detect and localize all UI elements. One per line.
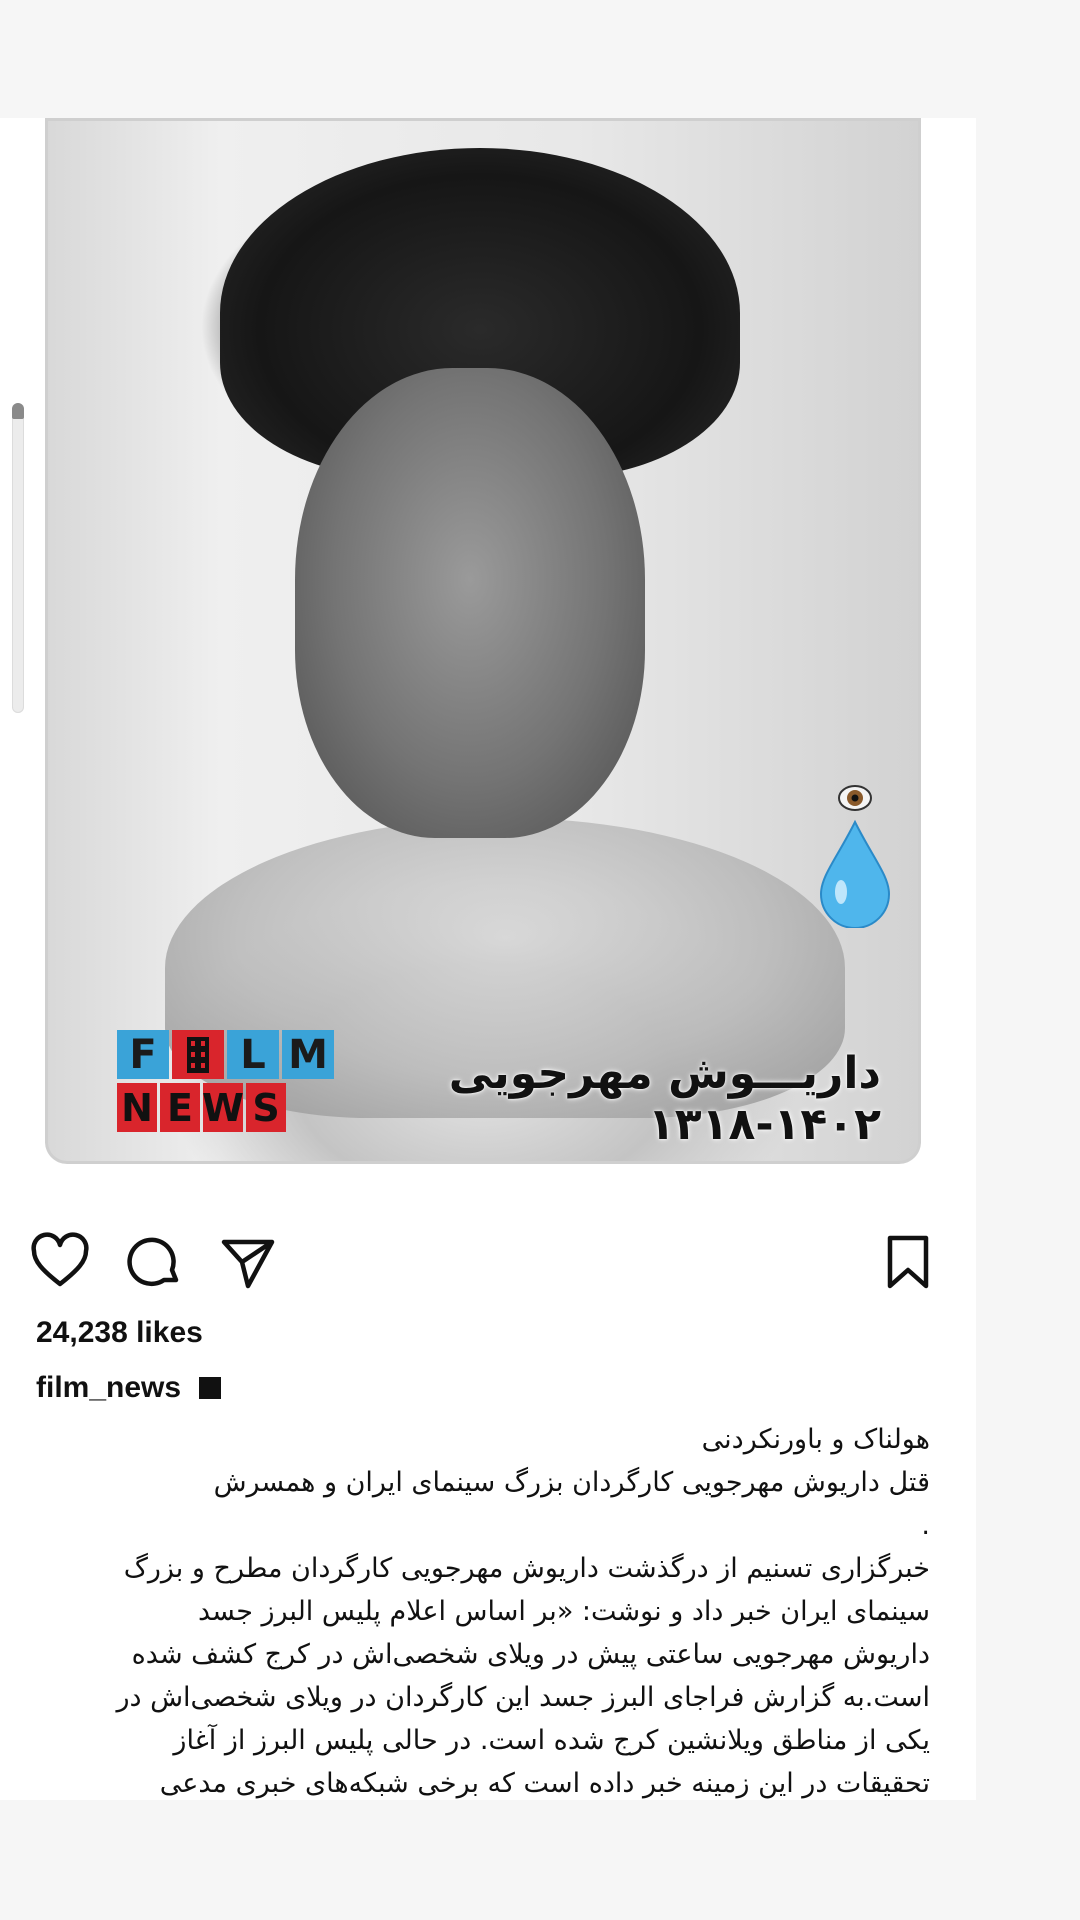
logo-letter: W	[202, 1083, 244, 1132]
caption-line: خبرگزاری تسنیم از درگذشت داریوش مهرجویی …	[123, 1553, 930, 1584]
caption-line: هولناک و باورنکردنی	[701, 1424, 930, 1455]
logo-letter: L	[227, 1030, 279, 1079]
logo-letter: S	[246, 1083, 286, 1132]
caption-line: است.به گزارش فراجای البرز جسد این کارگرد…	[116, 1682, 930, 1713]
black-square-emoji	[199, 1377, 222, 1399]
scrollbar-thumb[interactable]	[12, 403, 24, 419]
photo-face	[295, 368, 645, 838]
post-author-row: film_news	[36, 1371, 222, 1405]
logo-letter: E	[160, 1083, 200, 1132]
logo-letter: F	[117, 1030, 169, 1079]
film-strip-icon	[187, 1036, 209, 1073]
like-count[interactable]: 24,238 likes	[36, 1316, 203, 1350]
logo-letter: N	[117, 1083, 157, 1132]
comment-bubble-icon[interactable]	[124, 1232, 184, 1292]
caption-line: داریوش مهرجویی ساعتی پیش در ویلای شخصی‌ا…	[131, 1639, 930, 1670]
caption-line: یکی از مناطق ویلانشین کرج شده است. در حا…	[173, 1725, 930, 1756]
film-news-logo: F L M N E W S	[117, 1030, 337, 1134]
post-actions	[0, 1232, 976, 1322]
paper-plane-icon[interactable]	[218, 1232, 278, 1292]
post-caption: هولناک و باورنکردنی قتل داریوش مهرجویی ک…	[30, 1418, 930, 1800]
bookmark-icon[interactable]	[878, 1232, 938, 1292]
heart-icon[interactable]	[30, 1232, 90, 1292]
username-link[interactable]: film_news	[36, 1371, 181, 1405]
instagram-post: F L M N E W S داریـــوش مهرجویی ۱۴۰۲-۱۳۱…	[0, 118, 976, 1800]
caption-line: تحقیقات در این زمینه خبر داده است که برخ…	[159, 1768, 930, 1799]
post-image[interactable]: F L M N E W S داریـــوش مهرجویی ۱۴۰۲-۱۳۱…	[45, 118, 921, 1164]
caption-line: .	[921, 1510, 930, 1541]
caption-line: قتل داریوش مهرجویی کارگردان بزرگ سینمای …	[213, 1467, 930, 1498]
teardrop-eye-icon	[819, 785, 891, 928]
scrollbar[interactable]	[12, 403, 24, 713]
caption-line: سینمای ایران خبر داد و نوشت: «بر اساس اع…	[197, 1596, 930, 1627]
image-caption-title: داریـــوش مهرجویی ۱۴۰۲-۱۳۱۸	[448, 1048, 881, 1150]
logo-film-strip	[172, 1030, 224, 1079]
